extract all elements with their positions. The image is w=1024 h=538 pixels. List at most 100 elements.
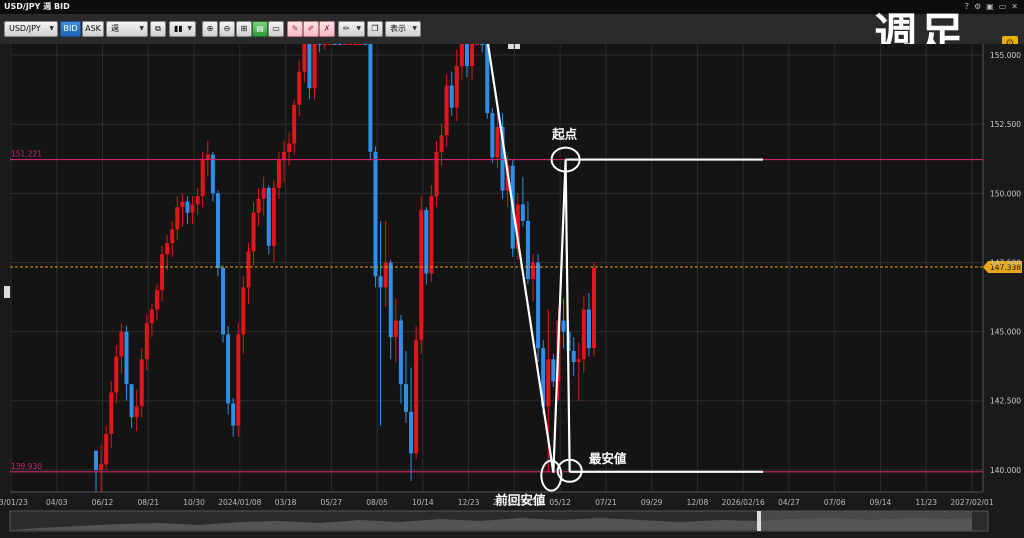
draw-pen-icon[interactable]: ✏ xyxy=(338,21,365,37)
x-tick-label: 10/30 xyxy=(183,498,205,507)
period-select[interactable]: 週 xyxy=(106,21,148,37)
candle-body xyxy=(470,44,475,67)
candle-body xyxy=(165,243,170,255)
candle-body xyxy=(348,44,353,45)
candle-body xyxy=(109,392,114,434)
copy-icon[interactable]: ⧉ xyxy=(150,21,166,37)
x-tick-label: 10/14 xyxy=(412,498,434,507)
candle-body xyxy=(170,229,175,244)
candle-body xyxy=(586,309,591,349)
navigator-handle[interactable] xyxy=(757,511,761,531)
candle-body xyxy=(94,450,98,470)
candle-body xyxy=(531,262,536,280)
bid-button[interactable]: BID xyxy=(60,21,81,37)
horizontal-line-label: 139.930 xyxy=(11,462,42,471)
candle-body xyxy=(287,143,292,152)
candle xyxy=(363,44,368,45)
restore-icon[interactable]: ▣ xyxy=(986,0,994,14)
candle-body xyxy=(414,339,419,454)
candle-body xyxy=(368,44,373,152)
x-tick-label: 09/29 xyxy=(641,498,663,507)
candle xyxy=(348,44,353,45)
candle xyxy=(358,44,363,45)
candle-body xyxy=(322,44,327,45)
candle-body xyxy=(99,464,104,470)
x-tick-label: 04/27 xyxy=(778,498,800,507)
window-icon[interactable]: ▭ xyxy=(268,21,284,37)
window-title: USD/JPY 週 BID xyxy=(4,2,70,11)
candle-body xyxy=(271,187,276,246)
candlestick-chart[interactable]: 151.221139.930147.338 起点前回安値最安値 23/01/23… xyxy=(0,43,1024,534)
y-tick-label: 140.000 xyxy=(990,466,1021,475)
candle-body xyxy=(409,411,414,454)
candle-body xyxy=(282,151,287,161)
x-tick-label: 03/18 xyxy=(275,498,297,507)
display-menu-button[interactable]: 表示 xyxy=(385,21,421,37)
candle-body xyxy=(175,207,180,230)
candle-body xyxy=(231,403,236,426)
layout-icon[interactable]: ▤ xyxy=(252,21,268,37)
x-tick-label: 23/01/23 xyxy=(0,498,28,507)
candle-body xyxy=(114,356,119,393)
candle xyxy=(332,44,337,45)
candle xyxy=(337,44,342,45)
navigator-window[interactable] xyxy=(758,511,972,531)
zoom-in-icon[interactable]: ⊕ xyxy=(202,21,218,37)
y-tick-label: 147.500 xyxy=(990,258,1021,267)
x-tick-label: 12/23 xyxy=(458,498,480,507)
gear-icon[interactable]: ⚙ xyxy=(974,0,981,14)
candle-body xyxy=(144,323,149,360)
candle-body xyxy=(210,154,215,194)
candle-body xyxy=(332,44,337,45)
candle-body xyxy=(475,44,480,45)
x-tick-label: 05/27 xyxy=(321,498,343,507)
candle-body xyxy=(215,193,220,268)
x-tick-label: 07/21 xyxy=(595,498,617,507)
candle-body xyxy=(180,201,185,208)
candle-body xyxy=(200,160,205,197)
y-tick-label: 145.000 xyxy=(990,328,1021,337)
duplicate-icon[interactable]: ❐ xyxy=(367,21,383,37)
candle-body xyxy=(226,334,231,404)
candle xyxy=(424,207,429,285)
candle-body xyxy=(363,44,368,45)
period-select-label: 週 xyxy=(111,24,119,33)
side-panel-handle[interactable] xyxy=(4,286,10,298)
candle-body xyxy=(312,44,317,89)
candle-body xyxy=(383,262,388,288)
symbol-select[interactable]: USD/JPY xyxy=(4,21,58,37)
candle xyxy=(353,44,358,45)
candle-body xyxy=(261,187,266,199)
y-tick-label: 150.000 xyxy=(990,189,1021,198)
candle xyxy=(536,254,541,363)
candle-body xyxy=(571,350,576,363)
x-tick-label: 08/21 xyxy=(137,498,159,507)
candle-body xyxy=(302,44,307,72)
candle-body xyxy=(154,290,159,310)
close-icon[interactable]: ✕ xyxy=(1011,0,1018,14)
minimize-icon[interactable]: ▭ xyxy=(999,0,1007,14)
order-change-icon[interactable]: ✐ xyxy=(303,21,319,37)
candle-body xyxy=(246,251,251,288)
candle-body xyxy=(525,220,530,280)
candle-body xyxy=(424,209,429,274)
candle-body xyxy=(337,44,342,45)
candlestick-type-icon[interactable]: ▮▮ xyxy=(169,21,196,37)
candle-body xyxy=(551,359,556,382)
order-cancel-icon[interactable]: ✗ xyxy=(319,21,335,37)
fit-icon[interactable]: ⊞ xyxy=(236,21,252,37)
window-titlebar: USD/JPY 週 BID ? ⚙ ▣ ▭ ✕ xyxy=(0,0,1024,14)
candle-body xyxy=(536,262,541,349)
candle-body xyxy=(256,198,261,213)
candle-body xyxy=(393,320,398,338)
y-tick-label: 142.500 xyxy=(990,397,1021,406)
chart-area[interactable]: 151.221139.930147.338 起点前回安値最安値 23/01/23… xyxy=(0,43,1024,534)
candle-body xyxy=(104,433,109,465)
candle xyxy=(475,44,480,45)
x-tick-label: 12/08 xyxy=(687,498,709,507)
x-tick-label: 2025/03/03 xyxy=(493,498,536,507)
y-tick-label: 152.500 xyxy=(990,120,1021,129)
order-new-icon[interactable]: ✎ xyxy=(287,21,303,37)
zoom-out-icon[interactable]: ⊖ xyxy=(219,21,235,37)
ask-button[interactable]: ASK xyxy=(82,21,104,37)
